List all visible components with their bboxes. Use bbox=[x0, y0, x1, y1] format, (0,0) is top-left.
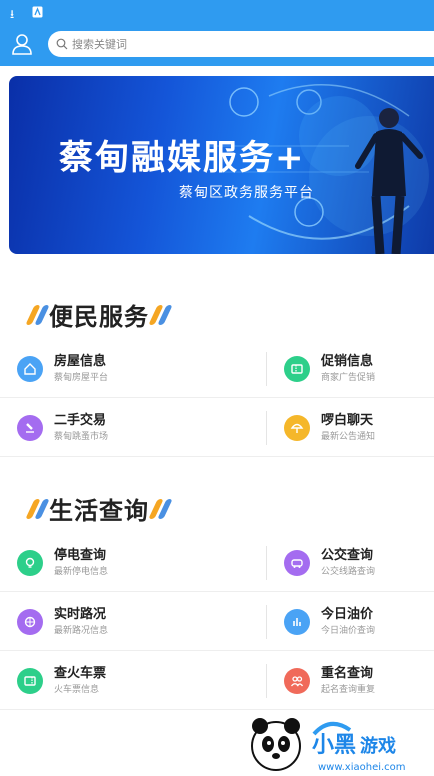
service-item-train-ticket[interactable]: 查火车票 火车票信息 bbox=[17, 652, 106, 710]
service-row: 停电查询最新停电信息 公交查询公交线路查询 bbox=[0, 534, 434, 592]
train-ticket-icon bbox=[17, 668, 43, 694]
service-item-title: 重名查询 bbox=[321, 665, 374, 681]
xiaohei-watermark-logo: 小黑 游戏 www.xiaohei.com bbox=[251, 718, 406, 773]
user-icon[interactable] bbox=[10, 32, 34, 56]
status-bar: ⭳ bbox=[0, 0, 434, 26]
service-item-title: 啰白聊天 bbox=[321, 412, 374, 428]
people-icon bbox=[284, 668, 310, 694]
service-item-secondhand[interactable]: 二手交易蔡甸跳蚤市场 bbox=[17, 399, 108, 457]
section-title-life: 生活查询 bbox=[25, 491, 173, 526]
banner-title: 蔡甸融媒服务+ bbox=[59, 138, 306, 178]
service-row: 查火车票火车票信息 重名查询起名查询重复 bbox=[0, 652, 434, 710]
slash-decoration-icon bbox=[25, 304, 50, 325]
ticket-icon bbox=[284, 356, 310, 382]
slash-decoration-icon bbox=[148, 498, 173, 519]
slash-decoration-icon bbox=[25, 498, 50, 519]
service-item-subtitle: 起名查询重复 bbox=[321, 684, 376, 695]
service-item-bus[interactable]: 公交查询公交线路查询 bbox=[284, 534, 375, 592]
section-title-convenience: 便民服务 bbox=[25, 297, 173, 332]
watermark-url: www.xiaohei.com bbox=[318, 762, 406, 773]
service-item-subtitle: 公交线路查询 bbox=[321, 566, 376, 577]
road-icon bbox=[17, 609, 43, 635]
service-item-title: 促销信息 bbox=[321, 353, 374, 369]
service-item-subtitle: 商家广告促销 bbox=[321, 372, 376, 383]
service-item-subtitle: 今日油价查询 bbox=[321, 625, 376, 636]
service-item-subtitle: 最新公告通知 bbox=[321, 431, 376, 442]
search-icon bbox=[56, 38, 68, 50]
service-item-name-check[interactable]: 重名查询起名查询重复 bbox=[284, 652, 375, 710]
search-input[interactable]: 搜索关键词 bbox=[48, 31, 434, 57]
service-item-title: 停电查询 bbox=[54, 547, 107, 563]
watermark-brand-2: 游戏 bbox=[360, 735, 396, 757]
service-item-subtitle: 蔡甸跳蚤市场 bbox=[54, 431, 109, 442]
businesswoman-illustration bbox=[355, 108, 423, 254]
watermark-brand: 小黑 bbox=[312, 733, 356, 758]
service-item-promotion[interactable]: 促销信息商家广告促销 bbox=[284, 340, 375, 398]
service-item-chat[interactable]: 啰白聊天最新公告通知 bbox=[284, 399, 375, 457]
house-icon bbox=[17, 356, 43, 382]
column-divider bbox=[266, 546, 267, 580]
service-row: 实时路况最新路况信息 今日油价今日油价查询 bbox=[0, 593, 434, 651]
banner-subtitle: 蔡甸区政务服务平台 bbox=[179, 185, 314, 201]
service-item-title: 二手交易 bbox=[54, 412, 107, 428]
bulb-icon bbox=[17, 550, 43, 576]
gavel-icon bbox=[17, 415, 43, 441]
service-item-traffic[interactable]: 实时路况最新路况信息 bbox=[17, 593, 108, 651]
bus-icon bbox=[284, 550, 310, 576]
app-notification-icon bbox=[32, 6, 43, 18]
column-divider bbox=[266, 605, 267, 639]
service-row: 二手交易蔡甸跳蚤市场 啰白聊天最新公告通知 bbox=[0, 399, 434, 457]
column-divider bbox=[266, 411, 267, 445]
column-divider bbox=[266, 664, 267, 698]
service-item-subtitle: 蔡甸房屋平台 bbox=[54, 372, 109, 383]
service-item-title: 房屋信息 bbox=[54, 353, 107, 369]
service-item-title: 查火车票 bbox=[54, 665, 107, 681]
service-item-subtitle: 最新停电信息 bbox=[54, 566, 109, 577]
chart-icon bbox=[284, 609, 310, 635]
search-placeholder: 搜索关键词 bbox=[72, 38, 127, 51]
section-title-text: 生活查询 bbox=[49, 497, 149, 525]
service-item-title: 公交查询 bbox=[321, 547, 374, 563]
banner[interactable]: 蔡甸融媒服务+ 蔡甸区政务服务平台 bbox=[9, 76, 434, 254]
service-item-title: 今日油价 bbox=[321, 606, 374, 622]
service-item-subtitle: 火车票信息 bbox=[54, 684, 100, 695]
download-icon: ⭳ bbox=[10, 7, 15, 21]
slash-decoration-icon bbox=[148, 304, 173, 325]
top-bar: 搜索关键词 bbox=[0, 26, 434, 66]
service-item-housing[interactable]: 房屋信息蔡甸房屋平台 bbox=[17, 340, 108, 398]
umbrella-icon bbox=[284, 415, 310, 441]
service-item-subtitle: 最新路况信息 bbox=[54, 625, 109, 636]
section-title-text: 便民服务 bbox=[49, 303, 149, 331]
service-item-power-outage[interactable]: 停电查询最新停电信息 bbox=[17, 534, 108, 592]
service-row: 房屋信息蔡甸房屋平台 促销信息商家广告促销 bbox=[0, 340, 434, 398]
service-item-title: 实时路况 bbox=[54, 606, 107, 622]
service-item-oil-price[interactable]: 今日油价今日油价查询 bbox=[284, 593, 375, 651]
column-divider bbox=[266, 352, 267, 386]
